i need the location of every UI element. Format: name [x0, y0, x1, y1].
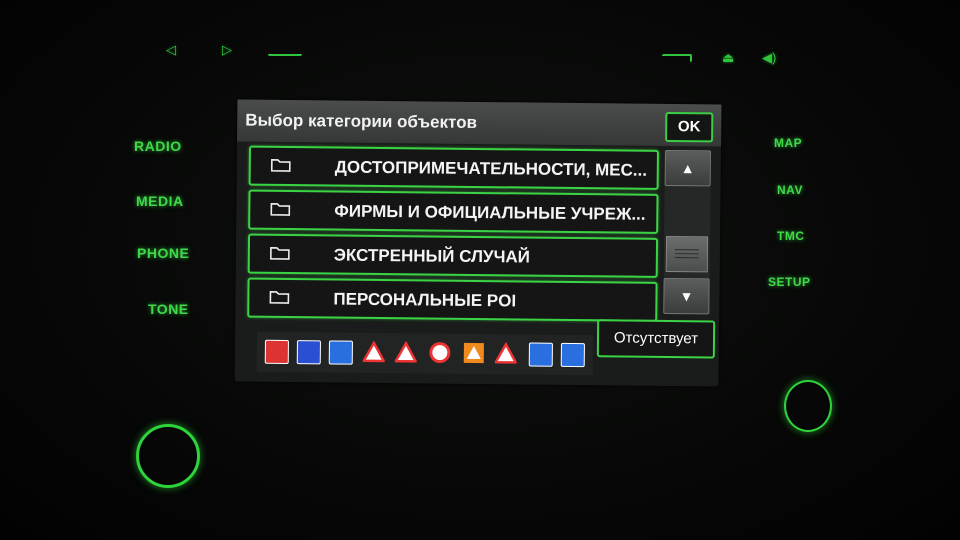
setup-button[interactable]: SETUP — [768, 275, 811, 289]
eject-icon[interactable]: ⏏ — [722, 50, 734, 66]
warning-triangle-icon — [362, 340, 385, 363]
scroll-up-button[interactable]: ▲ — [664, 149, 711, 187]
traffic-light-icon — [296, 340, 321, 365]
volume-knob[interactable] — [136, 424, 200, 488]
warning-triangle-icon — [494, 342, 517, 364]
parking-icon — [560, 342, 585, 368]
title-bar: Выбор категории объектов OK — [237, 99, 722, 147]
category-item[interactable]: ДОСТОПРИМЕЧАТЕЛЬНОСТИ, МЕС... — [248, 145, 659, 190]
arrow-down-icon: ▼ — [679, 288, 694, 305]
tmc-button[interactable]: TMC — [777, 229, 805, 243]
ok-button[interactable]: OK — [665, 111, 714, 143]
media-button[interactable]: MEDIA — [136, 193, 184, 209]
warning-triangle-icon — [394, 341, 417, 363]
display-screen: Выбор категории объектов OK ДОСТОПРИМЕЧА… — [234, 99, 722, 387]
poi-icon-bar — [256, 331, 594, 376]
arrow-up-icon: ▲ — [680, 160, 695, 177]
category-label: ЭКСТРЕННЫЙ СЛУЧАЙ — [333, 245, 531, 267]
absent-button[interactable]: Отсутствует — [596, 319, 716, 359]
folder-icon — [269, 291, 290, 304]
scroll-down-button[interactable]: ▼ — [663, 277, 710, 315]
fuel-icon — [528, 342, 553, 367]
page-title: Выбор категории объектов — [245, 110, 478, 132]
prev-icon[interactable]: ◁ — [166, 42, 176, 58]
slot-indicator — [268, 48, 302, 56]
volume-icon[interactable]: ◀) — [762, 50, 776, 66]
category-item[interactable]: ФИРМЫ И ОФИЦИАЛЬНЫЕ УЧРЕЖ... — [248, 189, 659, 234]
category-label: ПЕРСОНАЛЬНЫЕ POI — [333, 289, 517, 311]
tone-button[interactable]: TONE — [148, 301, 189, 317]
radio-button[interactable]: RADIO — [134, 138, 182, 154]
category-label: ФИРМЫ И ОФИЦИАЛЬНЫЕ УЧРЕЖ... — [334, 201, 646, 224]
category-item[interactable]: ЭКСТРЕННЫЙ СЛУЧАЙ — [247, 233, 659, 278]
category-item[interactable]: ПЕРСОНАЛЬНЫЕ POI — [247, 277, 658, 322]
speed-limit-icon — [429, 342, 451, 364]
next-icon[interactable]: ▷ — [222, 42, 232, 58]
map-button[interactable]: MAP — [774, 136, 802, 150]
category-label: ДОСТОПРИМЕЧАТЕЛЬНОСТИ, МЕС... — [334, 157, 648, 180]
nav-button[interactable]: NAV — [777, 183, 803, 197]
scroll-thumb[interactable] — [665, 235, 709, 273]
speed-camera-icon — [264, 339, 289, 365]
sign-icon — [328, 340, 353, 365]
scrollbar[interactable]: ▲ ▼ — [663, 149, 711, 315]
hazard-icon — [463, 342, 484, 364]
phone-button[interactable]: PHONE — [137, 245, 189, 261]
tune-knob[interactable] — [784, 380, 832, 432]
folder-icon — [270, 247, 290, 260]
folder-icon — [270, 159, 291, 172]
folder-icon — [270, 203, 291, 216]
slot-indicator-right — [662, 54, 692, 62]
